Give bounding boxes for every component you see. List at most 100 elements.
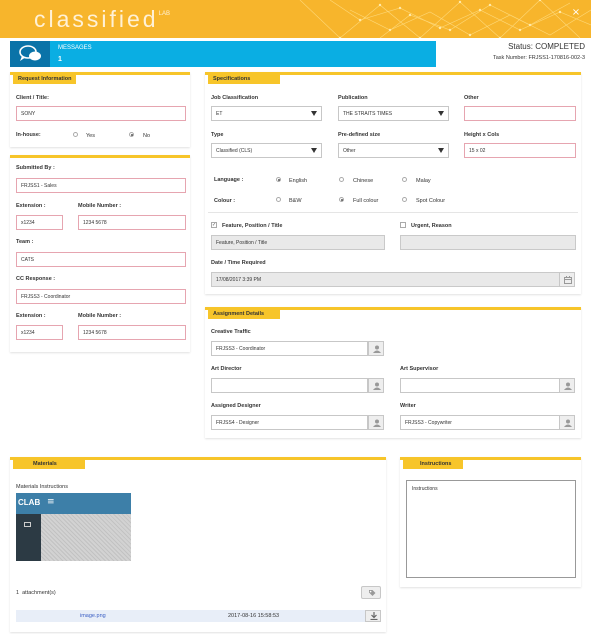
client-label: Client / Title: — [16, 95, 49, 101]
publication-value: THE STRAITS TIMES — [343, 111, 393, 117]
divider — [208, 212, 578, 213]
assignment-panel: Assignment Details Creative Traffic FRJS… — [205, 307, 581, 438]
chevron-down-icon — [311, 148, 317, 153]
calendar-icon[interactable] — [559, 272, 575, 287]
app-header: classifiedLAB × — [0, 0, 591, 38]
colour-bw-radio[interactable] — [276, 197, 281, 202]
language-malay-label: Malay — [416, 178, 431, 184]
language-label: Language : — [214, 177, 244, 183]
specifications-panel: Specifications Job Classification ET Pub… — [205, 72, 581, 294]
type-label: Type — [211, 132, 224, 138]
mobile2-input[interactable]: 1234 5678 — [78, 325, 186, 340]
user-icon[interactable] — [368, 415, 384, 430]
tag-icon[interactable] — [361, 586, 381, 599]
inhouse-yes-radio[interactable] — [73, 132, 78, 137]
other-label: Other — [464, 95, 479, 101]
thumbnail-content — [41, 514, 131, 561]
job-classification-label: Job Classification — [211, 95, 259, 101]
designer-input[interactable]: FRJSS4 - Designer — [211, 415, 368, 430]
language-english-radio[interactable] — [276, 177, 281, 182]
extension-input[interactable]: x1234 — [16, 215, 63, 230]
colour-spot-label: Spot Colour — [416, 198, 446, 204]
attachment-filename[interactable]: image.png — [80, 613, 106, 619]
publication-label: Publication — [338, 95, 368, 101]
language-malay-radio[interactable] — [402, 177, 407, 182]
urgent-input[interactable] — [400, 235, 576, 250]
extension2-label: Extension : — [16, 313, 46, 319]
inhouse-yes-label: Yes — [86, 133, 95, 139]
feature-checkbox[interactable]: ✓ — [211, 222, 217, 228]
thumbnail-topbar: CLAB ≡ — [16, 493, 131, 514]
other-input[interactable] — [464, 106, 576, 121]
writer-label: Writer — [400, 403, 416, 409]
logo-sup: LAB — [158, 11, 170, 17]
user-icon[interactable] — [559, 415, 575, 430]
close-icon[interactable]: × — [570, 7, 582, 19]
job-classification-select[interactable]: ET — [211, 106, 322, 121]
messages-label: MESSAGES — [58, 45, 92, 51]
extension2-input[interactable]: x1234 — [16, 325, 63, 340]
materials-instructions-label: Materials Instructions — [16, 484, 68, 490]
submitted-by-input[interactable]: FRJSS1 - Sales — [16, 178, 186, 193]
materials-panel: Materials Materials Instructions CLAB ≡ … — [10, 457, 386, 632]
predefined-size-label: Pre-defined size — [338, 132, 381, 138]
request-info-title: Request Information — [13, 74, 77, 84]
feature-label: Feature, Position / Title — [222, 223, 283, 229]
attachment-row: image.png 2017-08-16 15:58:53 — [16, 610, 381, 622]
instructions-panel: Instructions Instructions — [400, 457, 581, 587]
job-classification-value: ET — [216, 111, 223, 117]
colour-bw-label: B&W — [289, 198, 302, 204]
logo-text: classified — [34, 6, 159, 32]
chat-bubbles-icon — [10, 41, 50, 67]
materials-title: Materials — [13, 459, 85, 469]
chevron-down-icon — [438, 111, 444, 116]
status-text: Status: COMPLETED — [508, 42, 585, 51]
inhouse-no-radio[interactable] — [129, 132, 134, 137]
user-icon[interactable] — [368, 378, 384, 393]
creative-traffic-input[interactable]: FRJSS3 - Coordinator — [211, 341, 368, 356]
mobile-input[interactable]: 1234 5678 — [78, 215, 186, 230]
instructions-textarea[interactable]: Instructions — [406, 480, 576, 578]
download-icon[interactable] — [365, 610, 381, 622]
colour-spot-radio[interactable] — [402, 197, 407, 202]
messages-count: 1 — [58, 56, 62, 63]
publication-select[interactable]: THE STRAITS TIMES — [338, 106, 449, 121]
attachments-count: 1 attachment(s) — [16, 590, 56, 596]
urgent-checkbox[interactable] — [400, 222, 406, 228]
language-chinese-radio[interactable] — [339, 177, 344, 182]
thumbnail-logo: CLAB — [18, 498, 41, 507]
thumbnail-sidebar — [16, 514, 41, 561]
height-cols-input[interactable]: 15 x 02 — [464, 143, 576, 158]
predefined-size-select[interactable]: Other — [338, 143, 449, 158]
app-logo: classifiedLAB — [34, 6, 170, 33]
cc-response-input[interactable]: FRJSS3 - Coordinator — [16, 289, 186, 304]
writer-input[interactable]: FRJSS3 - Copywriter — [400, 415, 560, 430]
submitted-by-label: Submitted By : — [16, 165, 55, 171]
datetime-label: Date / Time Required — [211, 260, 266, 266]
urgent-label: Urgent, Reason — [411, 223, 452, 229]
instructions-title: Instructions — [403, 459, 463, 469]
inhouse-label: In-house: — [16, 132, 41, 138]
type-select[interactable]: Classified (CLS) — [211, 143, 322, 158]
attachments-label: attachment(s) — [22, 590, 56, 596]
art-director-input[interactable] — [211, 378, 368, 393]
art-supervisor-label: Art Supervisor — [400, 366, 439, 372]
feature-input[interactable]: Feature, Position / Title — [211, 235, 385, 250]
colour-full-label: Full colour — [353, 198, 379, 204]
extension-label: Extension : — [16, 203, 46, 209]
creative-traffic-label: Creative Traffic — [211, 329, 251, 335]
material-thumbnail[interactable]: CLAB ≡ — [16, 493, 131, 561]
mobile2-label: Mobile Number : — [78, 313, 122, 319]
messages-bar[interactable]: MESSAGES 1 — [10, 41, 436, 67]
user-icon[interactable] — [559, 378, 575, 393]
client-input[interactable]: SONY — [16, 106, 186, 121]
designer-label: Assigned Designer — [211, 403, 261, 409]
datetime-input[interactable]: 17/08/2017 3:39 PM — [211, 272, 560, 287]
hamburger-icon: ≡ — [47, 497, 55, 507]
team-input[interactable]: CATS — [16, 252, 186, 267]
colour-full-radio[interactable] — [339, 197, 344, 202]
language-english-label: English — [289, 178, 308, 184]
art-supervisor-input[interactable] — [400, 378, 560, 393]
chevron-down-icon — [311, 111, 317, 116]
user-icon[interactable] — [368, 341, 384, 356]
